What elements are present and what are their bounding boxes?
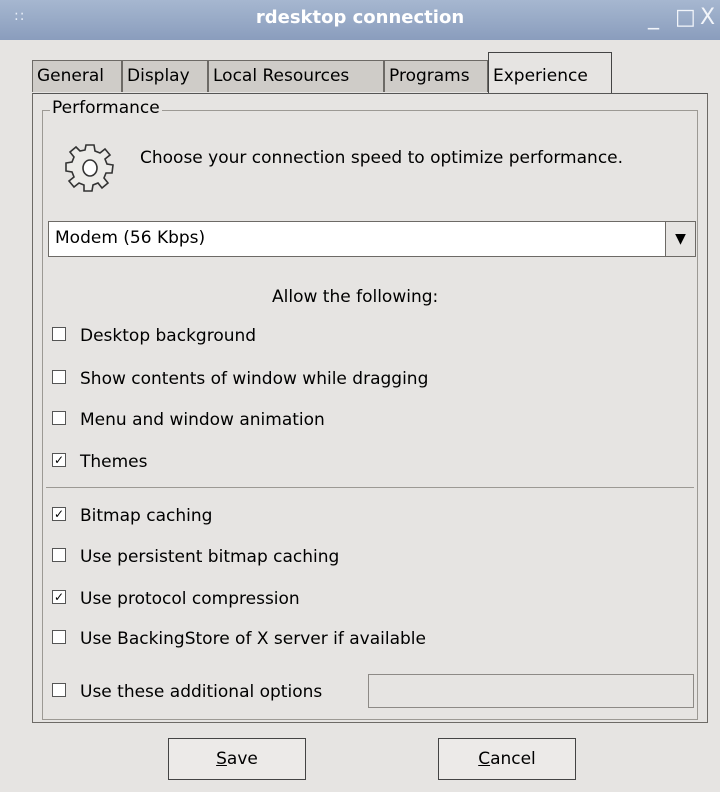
- title-bar[interactable]: :: rdesktop connection _ □ X: [0, 0, 720, 40]
- cancel-label: ancel: [490, 749, 536, 769]
- tab-display[interactable]: Display: [122, 60, 208, 92]
- option-persistent-bitmap-caching[interactable]: Use persistent bitmap caching: [52, 545, 339, 569]
- performance-group-title: Performance: [50, 98, 162, 118]
- option-label: Use these additional options: [80, 682, 323, 702]
- checkbox[interactable]: [52, 370, 66, 384]
- divider: [46, 487, 694, 488]
- option-label: Menu and window animation: [80, 410, 325, 430]
- option-label: Use BackingStore of X server if availabl…: [80, 629, 426, 649]
- tab-programs[interactable]: Programs: [384, 60, 488, 92]
- option-label: Bitmap caching: [80, 506, 213, 526]
- checkbox[interactable]: [52, 327, 66, 341]
- checkbox[interactable]: [52, 548, 66, 562]
- option-label: Desktop background: [80, 326, 257, 346]
- option-desktop-background[interactable]: Desktop background: [52, 324, 256, 348]
- option-show-window-contents[interactable]: Show contents of window while dragging: [52, 367, 428, 391]
- close-icon[interactable]: X: [700, 4, 715, 32]
- option-menu-animation[interactable]: Menu and window animation: [52, 408, 325, 432]
- connection-speed-value: Modem (56 Kbps): [55, 228, 206, 248]
- option-additional[interactable]: Use these additional options: [52, 680, 322, 704]
- checkbox[interactable]: [52, 683, 66, 697]
- connection-speed-select[interactable]: Modem (56 Kbps) ▼: [48, 221, 696, 257]
- option-label: Themes: [80, 452, 148, 472]
- performance-description: Choose your connection speed to optimize…: [140, 148, 624, 168]
- save-mnemonic: S: [216, 749, 227, 769]
- option-label: Show contents of window while dragging: [80, 369, 429, 389]
- tab-general[interactable]: General: [32, 60, 122, 92]
- cancel-button[interactable]: Cancel: [438, 738, 576, 780]
- checkbox[interactable]: ✓: [52, 507, 66, 521]
- option-bitmap-caching[interactable]: ✓ Bitmap caching: [52, 504, 212, 528]
- window-title: rdesktop connection: [255, 7, 465, 28]
- option-label: Use protocol compression: [80, 589, 300, 609]
- allow-following-label: Allow the following:: [272, 287, 439, 307]
- checkbox[interactable]: ✓: [52, 453, 66, 467]
- minimize-icon[interactable]: _: [648, 4, 659, 32]
- save-label: ave: [226, 749, 258, 769]
- option-label: Use persistent bitmap caching: [80, 547, 340, 567]
- tab-local-resources[interactable]: Local Resources: [208, 60, 384, 92]
- option-backingstore[interactable]: Use BackingStore of X server if availabl…: [52, 627, 426, 651]
- checkbox[interactable]: [52, 411, 66, 425]
- save-button[interactable]: Save: [168, 738, 306, 780]
- additional-options-input[interactable]: [368, 674, 694, 708]
- tab-experience[interactable]: Experience: [488, 52, 612, 94]
- dropdown-arrow-icon[interactable]: ▼: [665, 222, 695, 256]
- option-themes[interactable]: ✓ Themes: [52, 450, 148, 474]
- gear-icon: [65, 144, 114, 192]
- checkbox[interactable]: [52, 630, 66, 644]
- checkbox[interactable]: ✓: [52, 590, 66, 604]
- cancel-mnemonic: C: [478, 749, 491, 769]
- maximize-icon[interactable]: □: [675, 4, 696, 32]
- option-protocol-compression[interactable]: ✓ Use protocol compression: [52, 587, 300, 611]
